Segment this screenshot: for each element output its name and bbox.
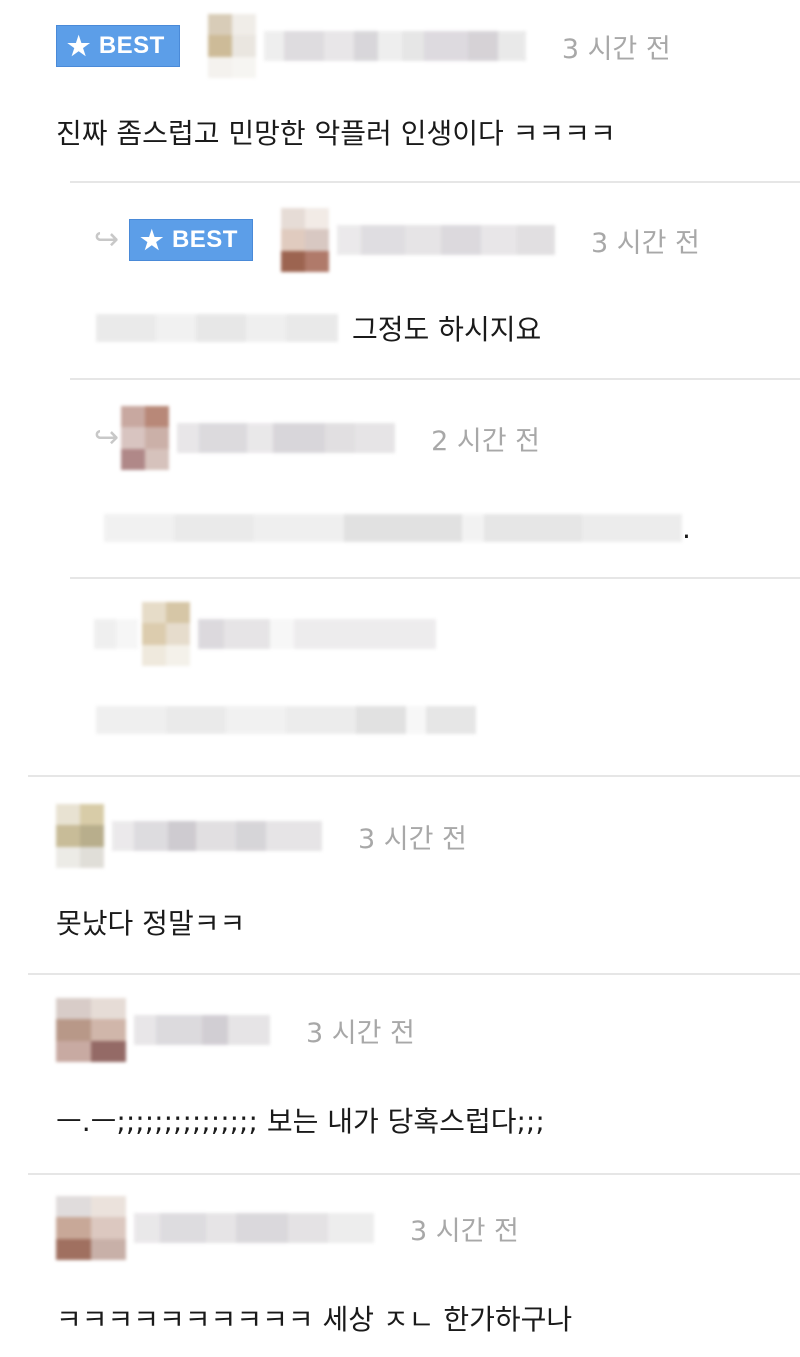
username[interactable] [336,225,555,255]
timestamp: 3 시간 전 [306,1017,415,1049]
best-badge: ★ BEST [56,25,180,67]
divider [70,378,800,380]
divider [70,181,800,183]
blurred-text [104,514,682,542]
avatar[interactable] [56,1196,126,1260]
best-badge-label: BEST [98,32,165,59]
avatar[interactable] [56,998,126,1062]
comment-text: . [682,511,691,545]
avatar[interactable] [121,406,170,470]
blurred-text [94,619,138,649]
divider [28,1173,800,1175]
timestamp: 3 시간 전 [590,227,700,259]
comment-text: 진짜 좀스럽고 민망한 악플러 인생이다 ㅋㅋㅋㅋ [56,117,616,150]
divider [28,775,800,777]
best-badge: ★ BEST [129,219,253,261]
comment-text: ㅋㅋㅋㅋㅋㅋㅋㅋㅋㅋ 세상 ㅈㄴ 한가하구나 [56,1303,573,1336]
avatar[interactable] [142,602,190,666]
best-badge-label: BEST [171,226,238,253]
timestamp: 3 시간 전 [410,1215,519,1247]
username[interactable] [263,31,526,61]
username[interactable] [112,821,322,851]
star-icon: ★ [140,225,164,255]
comment-text: 못났다 정말ㅋㅋ [56,907,246,940]
avatar[interactable] [56,804,104,868]
divider [70,577,800,579]
avatar[interactable] [280,208,329,272]
star-icon: ★ [67,31,91,61]
timestamp: 3 시간 전 [561,33,671,65]
blurred-text [96,706,476,734]
comment-text: 그정도 하시지요 [352,313,542,346]
comment-text: ㅡ.ㅡ;;;;;;;;;;;;;;; 보는 내가 당혹스럽다;;; [56,1105,545,1138]
username[interactable] [134,1015,270,1045]
avatar[interactable] [207,14,256,78]
timestamp: 3 시간 전 [358,823,467,855]
reply-arrow-icon: ↪ [94,420,120,455]
divider [28,973,800,975]
username[interactable] [198,619,436,649]
username[interactable] [134,1213,374,1243]
blurred-text [96,314,338,342]
username[interactable] [177,423,396,453]
reply-arrow-icon: ↪ [94,222,120,257]
timestamp: 2 시간 전 [431,425,541,457]
